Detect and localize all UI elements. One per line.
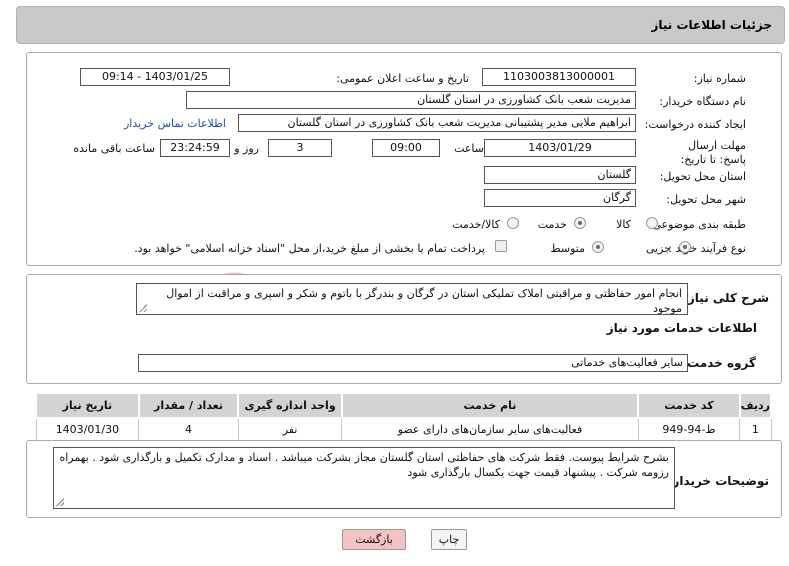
city-label: شهر محل تحویل: <box>666 193 746 206</box>
column-header-need-date: تاریخ نیاز <box>35 392 140 419</box>
treasury-payment-checkbox[interactable] <box>495 240 507 252</box>
process-radio-medium[interactable] <box>592 241 604 253</box>
time-remaining-field[interactable]: 23:24:59 <box>160 139 230 157</box>
column-header-quantity: تعداد / مقدار <box>137 392 240 419</box>
table-row: 1 ط-94-949 فعالیت‌های سایر سازمان‌های دا… <box>35 417 772 441</box>
days-remaining-field[interactable]: 3 <box>268 139 332 157</box>
cell-need-date: 1403/01/30 <box>35 417 140 441</box>
column-header-row: ردیف <box>738 392 773 419</box>
need-summary-value: انجام امور حفاظتی و مراقبتی املاک تملیکی… <box>166 287 682 315</box>
category-option-goods-service: کالا/خدمت <box>452 218 500 231</box>
buyer-notes-text[interactable]: بشرح شرایط پیوست. فقط شرکت های حفاظتی اس… <box>53 447 675 509</box>
cell-quantity: 4 <box>138 417 239 441</box>
city-field[interactable]: گرگان <box>484 189 636 207</box>
category-radio-service[interactable] <box>574 217 586 229</box>
back-button[interactable]: بازگشت <box>342 529 406 550</box>
services-section-title: اطلاعات خدمات مورد نیاز <box>606 321 757 335</box>
buyer-notes-value: بشرح شرایط پیوست. فقط شرکت های حفاظتی اس… <box>59 451 669 479</box>
deadline-time-field[interactable]: 09:00 <box>372 139 440 157</box>
process-option-medium: متوسط <box>550 242 585 255</box>
cell-row-number: 1 <box>739 417 772 441</box>
column-header-service-code: کد خدمت <box>637 392 741 419</box>
category-option-goods: کالا <box>616 218 631 231</box>
column-header-unit: واحد اندازه گیری <box>237 392 343 419</box>
resize-grip-icon[interactable] <box>56 498 64 506</box>
buyer-org-field[interactable]: مدیریت شعب بانک کشاورزی در استان گلستان <box>186 91 636 109</box>
services-table: ردیف کد خدمت نام خدمت واحد اندازه گیری ت… <box>35 392 773 441</box>
days-label: روز و <box>234 142 259 155</box>
column-header-service-name: نام خدمت <box>340 392 640 419</box>
province-field[interactable]: گلستان <box>484 166 636 184</box>
cell-service-code: ط-94-949 <box>637 417 741 441</box>
need-number-label: شماره نیاز: <box>693 72 746 85</box>
page-header: جزئیات اطلاعات نیاز <box>16 6 785 44</box>
service-group-label: گروه خدمت: <box>682 356 756 370</box>
announce-date-field[interactable]: 1403/01/25 - 09:14 <box>80 68 230 86</box>
cell-unit: نفر <box>237 417 343 441</box>
process-option-minor: جزیی <box>645 242 671 255</box>
page-title: جزئیات اطلاعات نیاز <box>651 18 772 32</box>
creator-label: ایجاد کننده درخواست: <box>644 118 746 131</box>
services-table-header: ردیف کد خدمت نام خدمت واحد اندازه گیری ت… <box>35 392 773 419</box>
deadline-hour-label: ساعت <box>454 142 484 155</box>
process-radio-minor[interactable] <box>679 241 691 253</box>
print-button[interactable]: چاپ <box>431 529 467 550</box>
need-number-field[interactable]: 1103003813000001 <box>482 68 636 86</box>
service-group-field[interactable]: سایر فعالیت‌های خدماتی <box>138 354 688 372</box>
need-summary-label: شرح کلی نیاز: <box>683 291 769 305</box>
buyer-org-label: نام دستگاه خریدار: <box>659 95 746 108</box>
province-label: استان محل تحویل: <box>659 170 746 183</box>
buyer-contact-link[interactable]: اطلاعات تماس خریدار <box>124 117 226 130</box>
category-radio-goods-service[interactable] <box>507 217 519 229</box>
creator-field[interactable]: ابراهیم ملایی مدیر پشتیبانی مدیریت شعب ب… <box>238 114 636 132</box>
resize-grip-icon[interactable] <box>139 304 147 312</box>
category-option-service: خدمت <box>537 218 567 231</box>
cell-service-name: فعالیت‌های سایر سازمان‌های دارای عضو <box>341 417 639 441</box>
buyer-notes-label: توضیحات خریدار: <box>667 474 769 488</box>
announce-date-label: تاریخ و ساعت اعلان عمومی: <box>336 72 469 85</box>
category-radio-goods[interactable] <box>646 217 658 229</box>
deadline-date-field[interactable]: 1403/01/29 <box>484 139 636 157</box>
deadline-label: مهلت ارسال پاسخ: تا تاریخ: <box>680 139 746 166</box>
need-summary-text[interactable]: انجام امور حفاظتی و مراقبتی املاک تملیکی… <box>136 283 688 315</box>
category-label: طبقه بندی موضوعی: <box>648 218 746 231</box>
time-remaining-label: ساعت باقی مانده <box>73 142 155 155</box>
treasury-payment-note: پرداخت تمام یا بخشی از مبلغ خرید،از محل … <box>134 242 485 255</box>
